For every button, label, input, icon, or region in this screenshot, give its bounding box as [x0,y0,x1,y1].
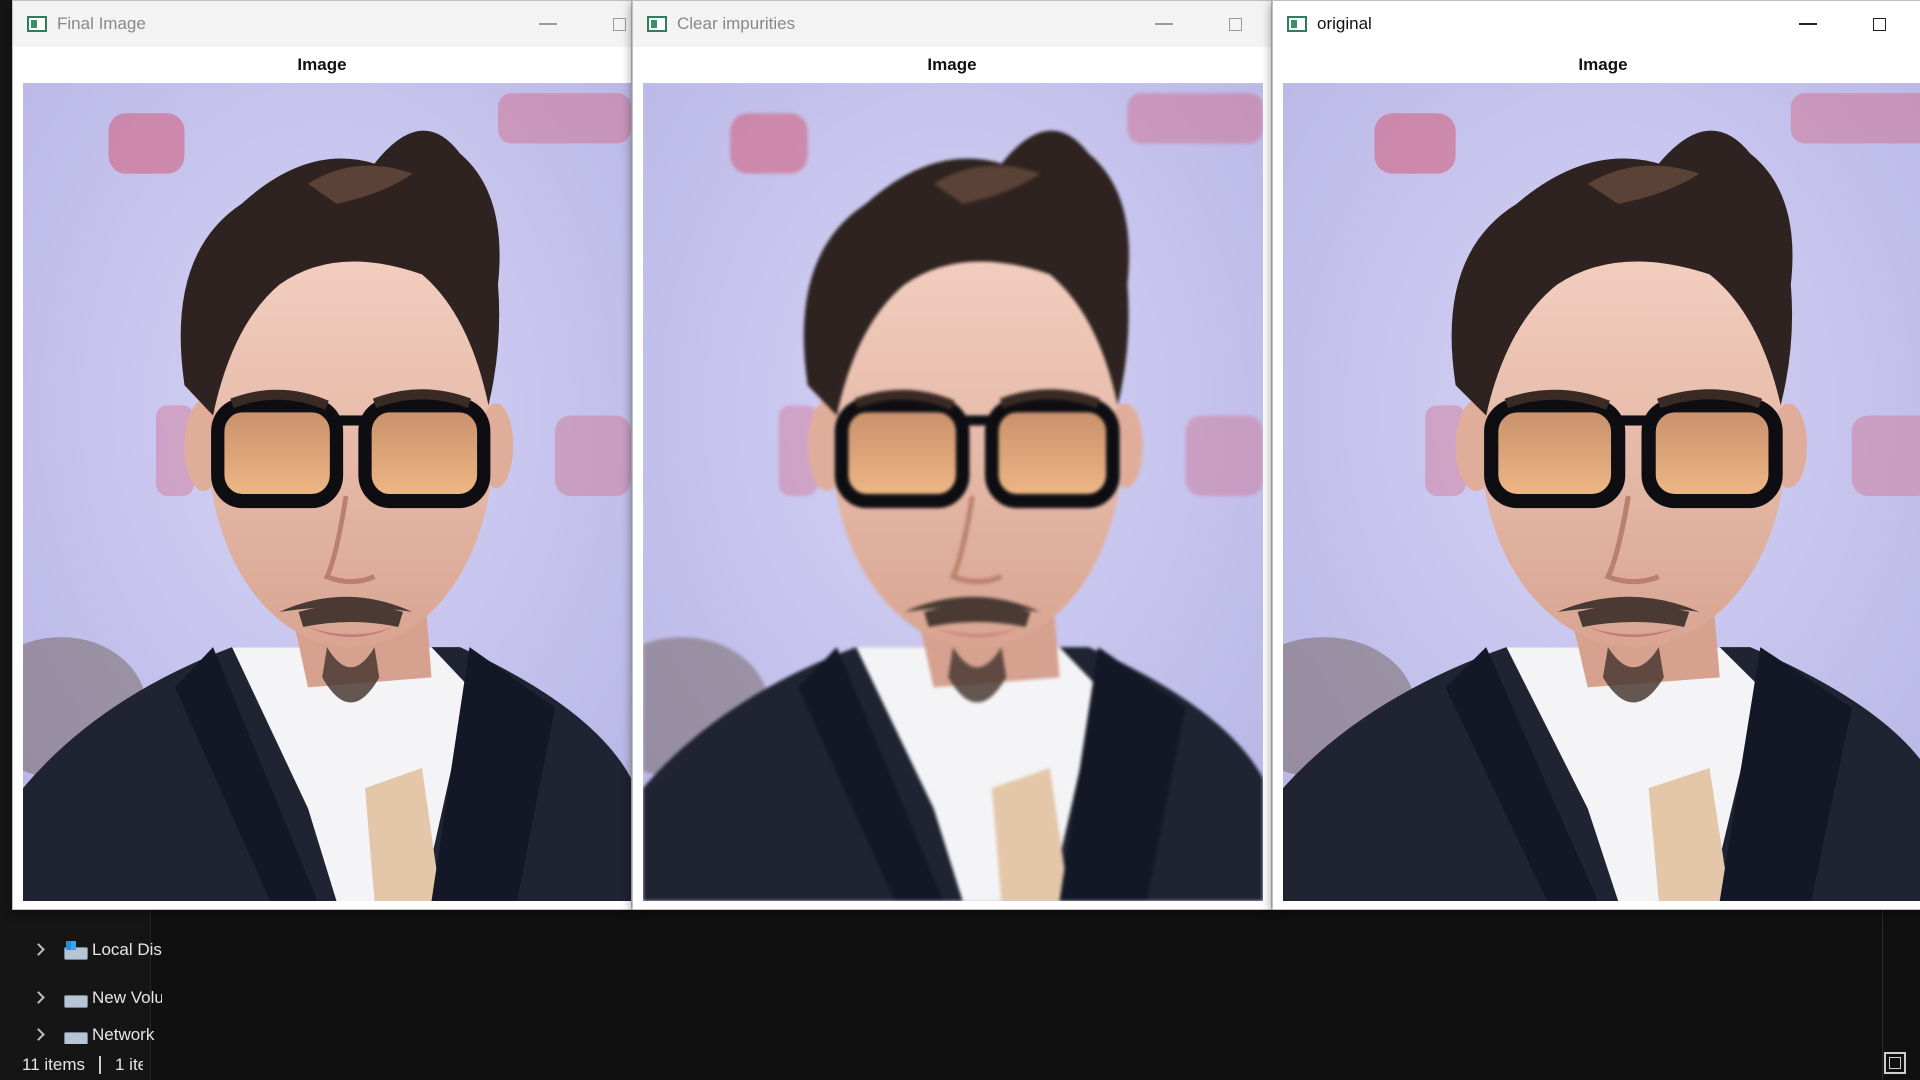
tree-item-label: Local Disk (D:) [92,940,162,959]
tree-item-network[interactable]: Network [0,1026,162,1044]
tree-item-label: New Volume (E:) [92,988,162,1007]
maximize-button[interactable] [1873,17,1886,31]
maximize-button[interactable] [613,17,626,31]
portrait-image [643,83,1263,901]
network-icon [64,1026,88,1044]
title-bar[interactable]: Final Image [13,1,631,47]
maximize-button[interactable] [1229,17,1242,31]
tree-item-new-volume[interactable]: New Volume (E:) [0,978,162,1018]
drive-icon [64,941,88,960]
minimize-button[interactable] [1155,23,1173,25]
status-bar: 11 items 1 item selected [0,1050,143,1080]
minimize-button[interactable] [539,23,557,25]
details-view-icon[interactable] [1884,1052,1906,1074]
image-caption: Image [1578,55,1628,74]
original-window[interactable]: original Image [1272,0,1920,910]
clear-impurities-window[interactable]: Clear impurities Image [632,0,1272,910]
minimize-button[interactable] [1799,23,1817,25]
tree-item-label: Network [92,1026,155,1044]
app-icon [27,16,47,32]
title-bar[interactable]: original [1273,1,1920,47]
selection-count: 1 item selected [115,1055,143,1074]
tree-item-local-disk[interactable]: Local Disk (D:) [0,930,162,970]
final-image-window[interactable]: Final Image Image [12,0,632,910]
chevron-right-icon[interactable] [32,991,46,1005]
status-divider [99,1056,101,1074]
drive-icon [64,989,88,1008]
app-icon [647,16,667,32]
image-caption: Image [297,55,347,74]
image-caption: Image [927,55,977,74]
window-title: original [1317,14,1372,33]
portrait-image [1283,83,1920,901]
final-image [23,83,631,901]
item-count: 11 items [22,1055,85,1074]
chevron-right-icon[interactable] [32,943,46,957]
window-title: Final Image [57,14,146,33]
original-image [1283,83,1920,901]
title-bar[interactable]: Clear impurities [633,1,1271,47]
clear-impurities-image [643,83,1263,901]
window-title: Clear impurities [677,14,796,33]
portrait-image [23,83,631,901]
app-icon [1287,16,1307,32]
chevron-right-icon[interactable] [32,1028,46,1042]
